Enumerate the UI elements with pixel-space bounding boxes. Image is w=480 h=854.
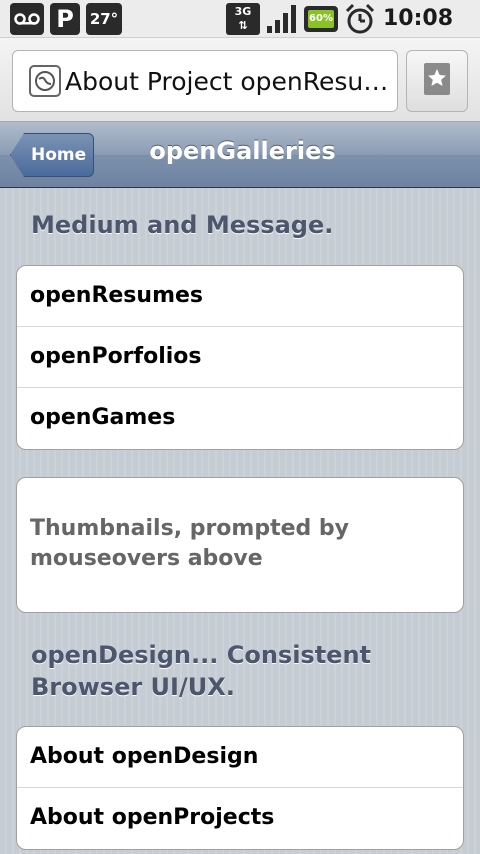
list-item-openportfolios[interactable]: openPorfolios (17, 327, 463, 388)
globe-icon (29, 65, 61, 97)
battery-icon: 60% (304, 6, 338, 32)
list-item-opengames[interactable]: openGames (17, 388, 463, 449)
thumbnail-note: Thumbnails, prompted by mouseovers above (30, 516, 350, 571)
list-panel-opendesign: About openDesign About openProjects (16, 726, 464, 850)
list-item-about-opendesign[interactable]: About openDesign (17, 727, 463, 788)
list-item-about-openprojects[interactable]: About openProjects (17, 788, 463, 849)
list-item-openresumes[interactable]: openResumes (17, 266, 463, 327)
weather-temperature: 27° (86, 3, 122, 35)
signal-strength-icon (266, 4, 298, 34)
clock-time: 10:08 PM (383, 6, 454, 59)
thumbnail-panel: Thumbnails, prompted by mouseovers above (16, 477, 464, 613)
network-3g-icon: 3G ⇅ (226, 3, 260, 35)
section-title-medium: Medium and Message. (31, 211, 334, 239)
browser-title-bar: About Project openResumes (0, 38, 480, 122)
status-bar: P 27° 3G⇅ 60% 10:08 PM (0, 0, 480, 59)
star-icon (422, 62, 452, 100)
toolbar-title: openGalleries (149, 137, 336, 165)
voicemail-icon (10, 3, 44, 35)
p-app-icon: P (50, 3, 80, 35)
list-panel-medium: openResumes openPorfolios openGames (16, 265, 464, 450)
page-title: About Project openResumes (65, 66, 395, 96)
content-area: Medium and Message. openResumes openPorf… (0, 189, 480, 854)
home-back-button[interactable]: Home (10, 133, 94, 177)
section-title-opendesign: openDesign... Consistent Browser UI/UX. (31, 641, 372, 701)
url-field[interactable]: About Project openResumes (12, 50, 398, 112)
app-toolbar: Home openGalleries (0, 122, 480, 188)
bookmark-button[interactable] (406, 50, 468, 112)
alarm-clock-icon (344, 3, 376, 35)
